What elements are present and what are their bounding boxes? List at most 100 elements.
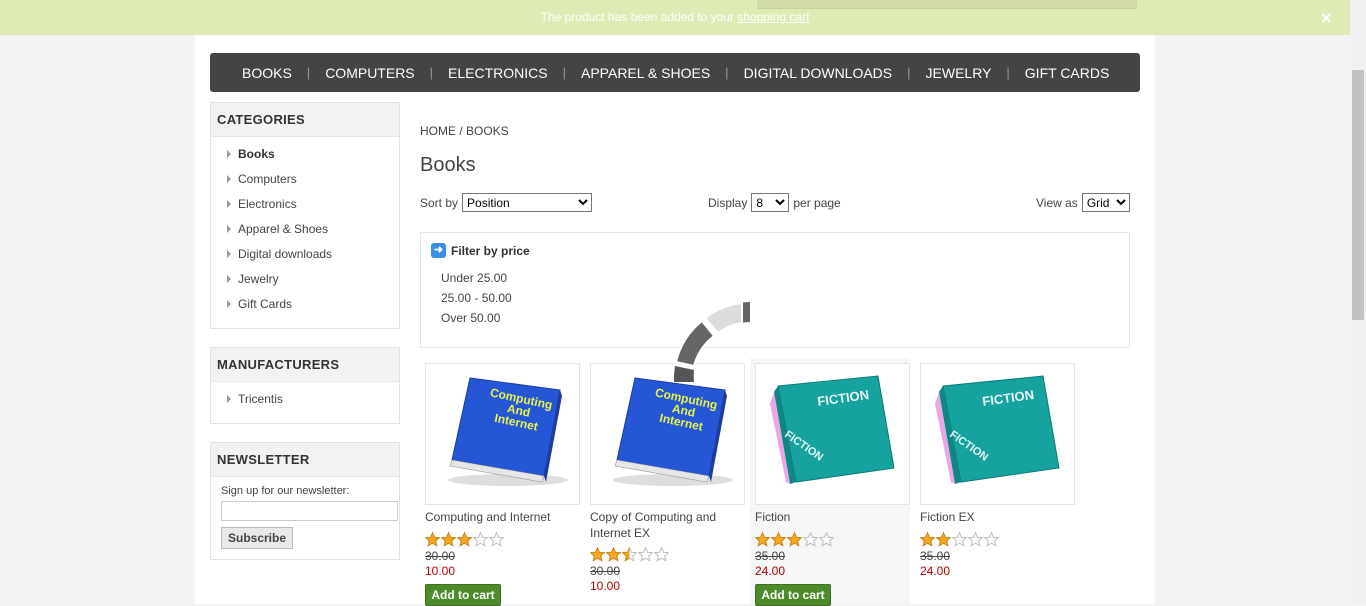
product-picture[interactable]: FICTION FICTION [755,363,910,505]
add-to-cart-button[interactable]: Add to cart [425,584,501,606]
add-to-cart-button[interactable]: Add to cart [755,584,831,606]
notification-text: The product has been added to your [540,10,735,24]
product-card: Computing And Internet Copy of Computing an… [585,358,745,604]
price-range-link[interactable]: 25.00 - 50.00 [441,291,512,305]
category-link[interactable]: Jewelry [238,270,279,289]
menu-link[interactable]: DIGITAL DOWNLOADS [729,65,908,81]
category-item: Apparel & Shoes [225,220,399,245]
caret-right-icon [227,200,231,208]
manufacturer-link[interactable]: Tricentis [238,390,283,409]
price-range-link[interactable]: Over 50.00 [441,311,500,325]
star-half-icon [622,547,637,562]
price-range-item: 25.00 - 50.00 [441,291,512,311]
product-title-link[interactable]: Fiction EX [920,510,975,524]
view-mode-select[interactable]: Grid [1081,193,1130,212]
menu-link[interactable]: GIFT CARDS [1010,65,1125,81]
computing-book-image[interactable]: ComputingAndInternet [426,364,579,504]
sort-select[interactable]: Position [462,193,593,212]
menu-link[interactable]: COMPUTERS [310,65,429,81]
star-empty-icon [803,532,818,547]
product-old-price: 35.00 [920,549,951,563]
product-rating [755,532,835,547]
product-title: Copy of Computing and Internet EX [590,509,740,541]
scrollbar[interactable] [1350,0,1366,604]
price-range-item: Over 50.00 [441,311,512,331]
page-title: Books [420,154,476,176]
caret-right-icon [227,225,231,233]
menu-link[interactable]: JEWELRY [911,65,1007,81]
notification-bar: The product has been added to your shopp… [0,0,1350,35]
star-full-icon [606,547,621,562]
view-label: View as [1036,195,1078,210]
star-full-icon [457,532,472,547]
menu-link[interactable]: ELECTRONICS [433,65,563,81]
product-price: 10.00 [425,564,456,578]
close-icon[interactable]: × [1321,9,1339,27]
display-suffix: per page [793,195,841,210]
product-old-price: 30.00 [425,549,456,563]
star-empty-icon [819,532,834,547]
computing-book-image[interactable]: ComputingAndInternet [591,364,744,504]
star-empty-icon [952,532,967,547]
category-item: Jewelry [225,270,399,295]
product-title-link[interactable]: Computing and Internet [425,510,550,524]
sort-label: Sort by [420,195,459,210]
star-empty-icon [984,532,999,547]
category-item: Electronics [225,195,399,220]
category-link[interactable]: Computers [238,170,297,189]
product-old-price: 35.00 [755,549,786,563]
display-selector: Display 8 per page [708,193,841,212]
categories-block: CATEGORIES Books Computers Electronics Appa… [210,102,400,329]
category-link[interactable]: Digital downloads [238,245,332,264]
star-full-icon [920,532,935,547]
newsletter-block: NEWSLETTER Sign up for our newsletter: S… [210,442,400,560]
menu-link[interactable]: BOOKS [227,65,307,81]
menu-item-jewelry: JEWELRY | [911,65,1010,81]
page-size-select[interactable]: 8 [751,193,790,212]
star-full-icon [425,532,440,547]
product-card: Computing And Internet Computing and Intern… [420,358,580,606]
category-link[interactable]: Books [238,145,275,164]
star-full-icon [755,532,770,547]
caret-right-icon [227,395,231,403]
product-rating [590,547,670,562]
subscribe-button[interactable]: Subscribe [221,527,294,549]
fiction-book-image[interactable]: FICTIONFICTION [756,364,909,504]
scrollbar-thumb[interactable] [1352,70,1364,320]
product-picture[interactable]: Computing And Internet [590,363,745,505]
product-title-link[interactable]: Copy of Computing and Internet EX [590,510,716,540]
star-full-icon [787,532,802,547]
star-empty-icon [473,532,488,547]
product-price: 10.00 [590,579,621,593]
product-rating [425,532,505,547]
fiction-book-image[interactable]: FICTIONFICTION [921,364,1074,504]
category-item: Gift Cards [225,295,399,320]
newsletter-label: Sign up for our newsletter: [221,485,350,497]
category-link[interactable]: Gift Cards [238,295,292,314]
notification-message: The product has been added to your shopp… [0,10,1350,24]
star-empty-icon [654,547,669,562]
caret-right-icon [227,150,231,158]
category-link[interactable]: Apparel & Shoes [238,220,328,239]
caret-right-icon [227,275,231,283]
menu-item-digital-downloads: DIGITAL DOWNLOADS | [729,65,911,81]
product-picture[interactable]: FICTION FICTION [920,363,1075,505]
manufacturer-item: Tricentis [225,390,399,415]
price-range-link[interactable]: Under 25.00 [441,271,507,285]
category-link[interactable]: Electronics [238,195,297,214]
manufacturers-block: MANUFACTURERS Tricentis [210,347,400,424]
breadcrumb-home[interactable]: HOME [420,124,456,138]
view-selector: View as Grid [1036,193,1134,212]
product-title-link[interactable]: Fiction [755,510,790,524]
product-price: 24.00 [920,564,951,578]
category-item: Digital downloads [225,245,399,270]
star-full-icon [441,532,456,547]
shopping-cart-link[interactable]: shopping cart [737,10,809,24]
filter-title: Filter by price [451,243,530,258]
star-empty-icon [489,532,504,547]
menu-link[interactable]: APPAREL & SHOES [566,65,725,81]
product-picture[interactable]: Computing And Internet [425,363,580,505]
product-card: FICTION FICTION Fiction 35.00 24.00 Add to ca… [750,358,910,606]
newsletter-email-input[interactable] [221,501,398,521]
caret-right-icon [227,175,231,183]
